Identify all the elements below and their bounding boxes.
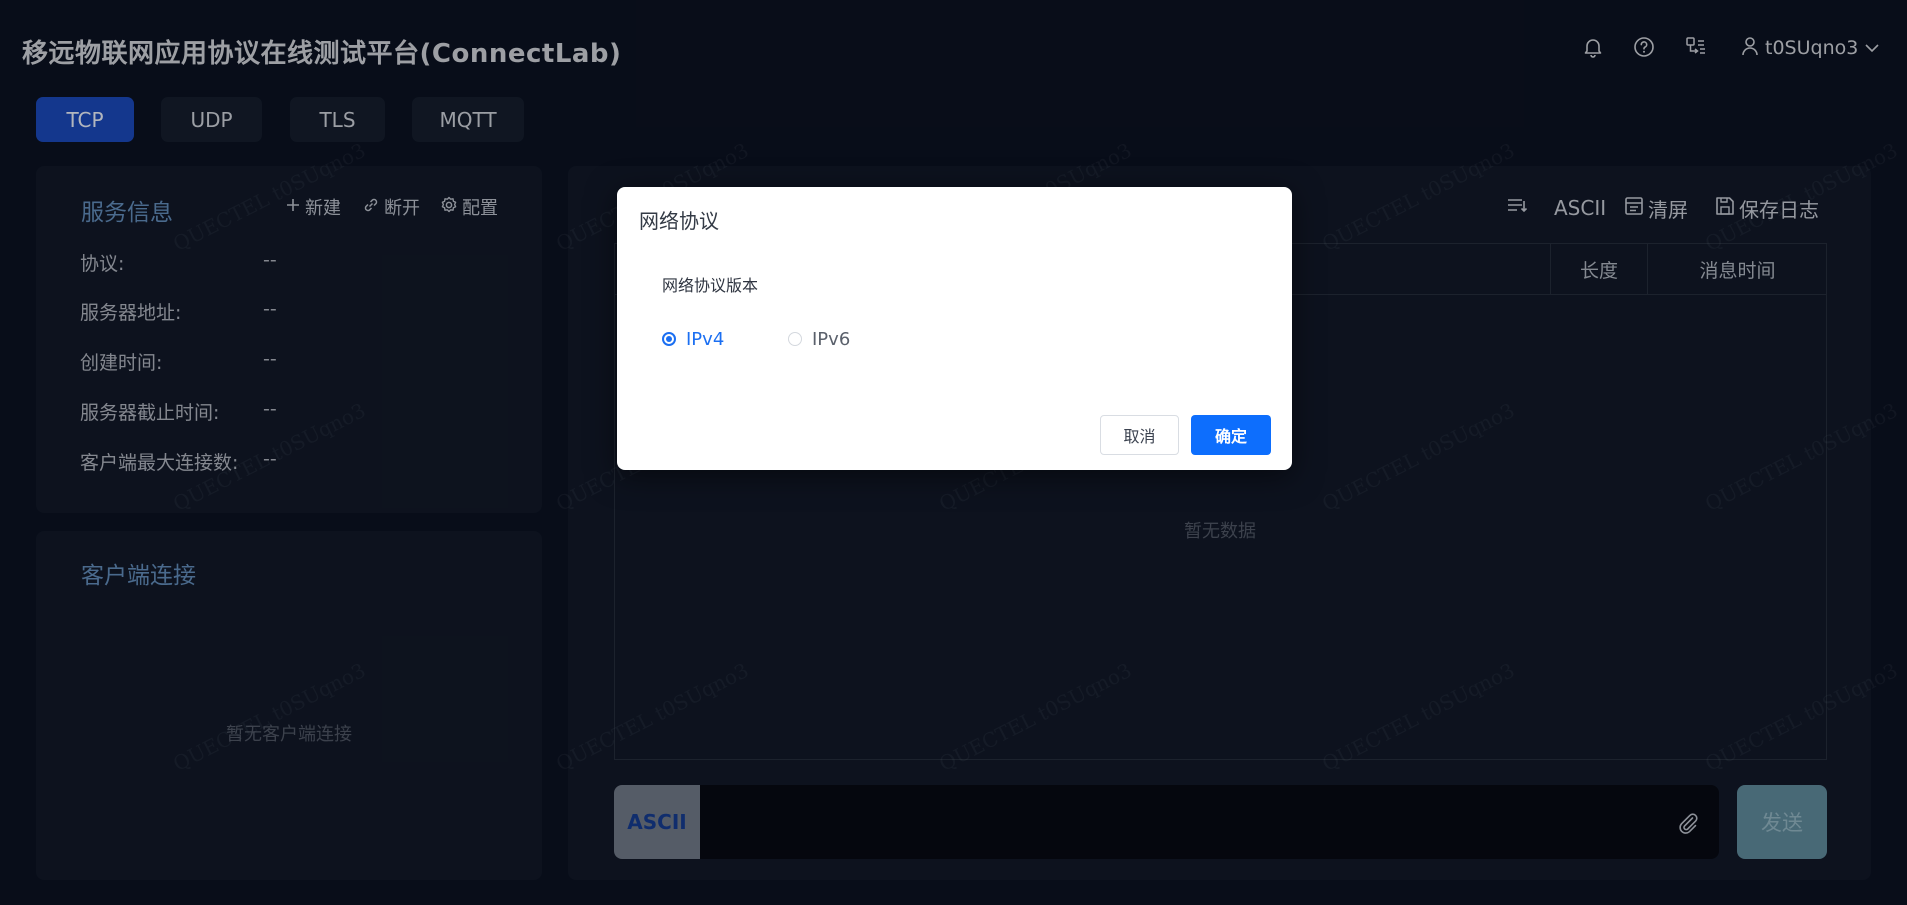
radio-ipv6[interactable]: IPv6	[788, 328, 850, 350]
radio-ipv4-label: IPv4	[686, 328, 725, 350]
dialog-title: 网络协议	[639, 209, 719, 233]
radio-checked-icon	[662, 332, 676, 346]
cancel-button[interactable]: 取消	[1100, 415, 1179, 455]
radio-unchecked-icon	[788, 332, 802, 346]
radio-ipv4[interactable]: IPv4	[662, 328, 724, 350]
confirm-button[interactable]: 确定	[1191, 415, 1271, 455]
protocol-version-label: 网络协议版本	[662, 276, 759, 295]
network-protocol-dialog: 网络协议 网络协议版本 IPv4 IPv6 取消 确定	[617, 187, 1292, 470]
radio-ipv6-label: IPv6	[812, 328, 851, 350]
app-root: 移远物联网应用协议在线测试平台(ConnectLab) t0SUqno3 TCP…	[0, 0, 1907, 905]
